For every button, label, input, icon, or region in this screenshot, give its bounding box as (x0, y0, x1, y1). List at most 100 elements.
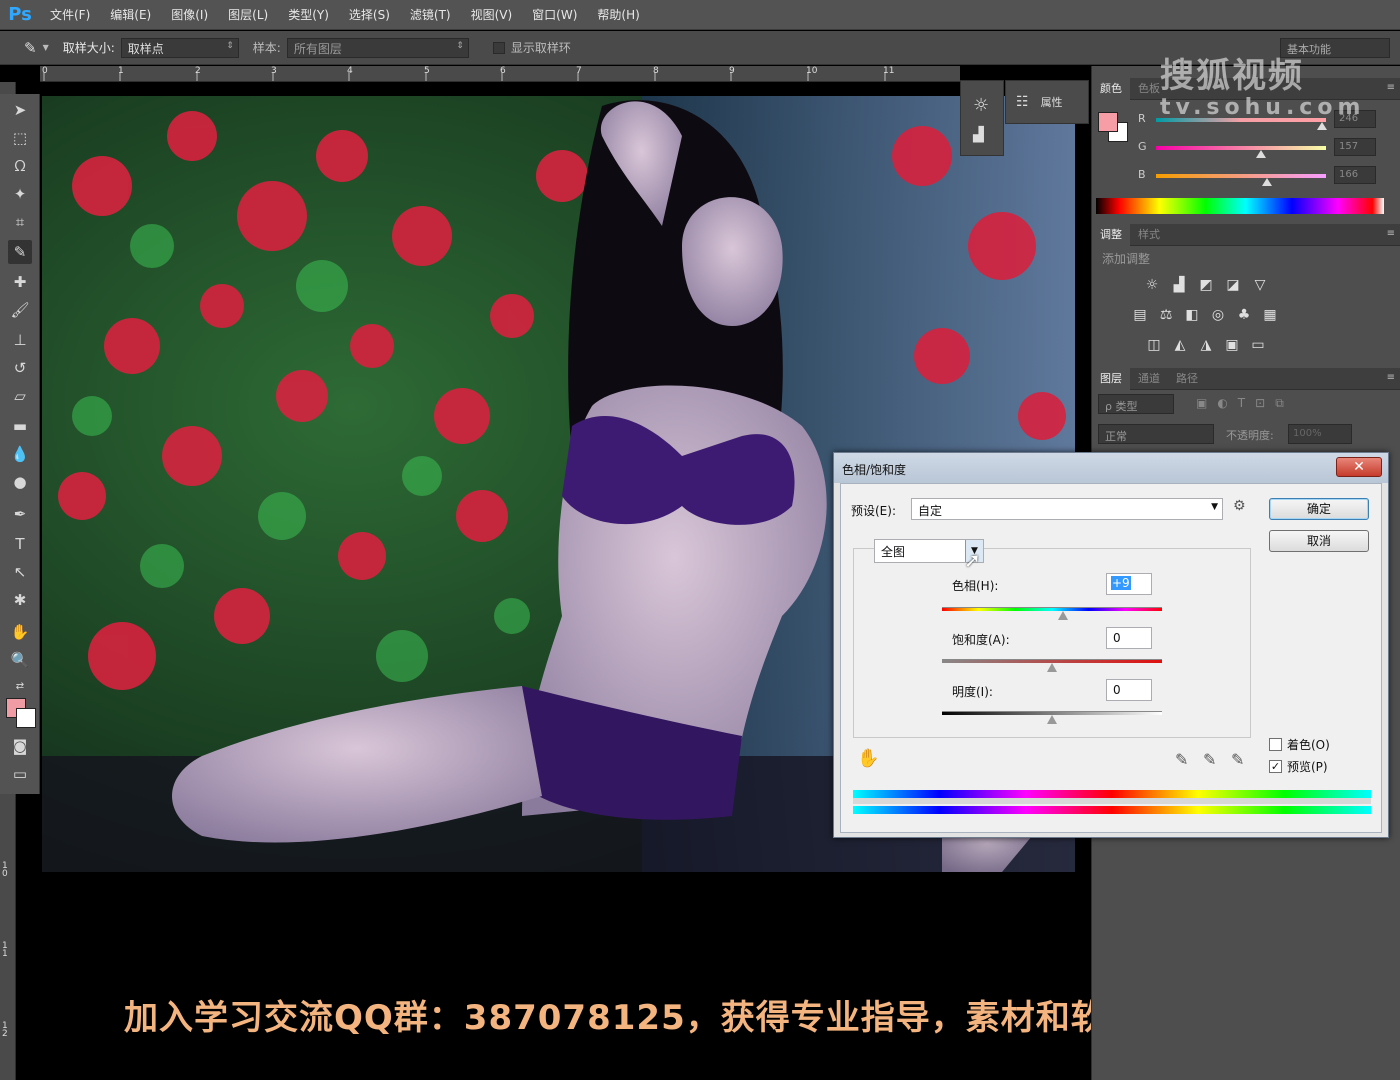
close-button[interactable]: ✕ (1336, 457, 1382, 477)
colorize-checkbox[interactable] (1269, 738, 1282, 751)
menu-window[interactable]: 窗口(W) (522, 6, 587, 23)
eyedropper-tool-preset-icon[interactable]: ✎ (24, 39, 37, 57)
crop-tool-icon[interactable]: ⌗ (8, 210, 32, 234)
history-brush-tool-icon[interactable]: ↺ (8, 356, 32, 380)
green-slider-thumb[interactable] (1256, 150, 1266, 158)
clone-stamp-tool-icon[interactable]: ⊥ (8, 328, 32, 352)
lasso-tool-icon[interactable]: ᘯ (8, 154, 32, 178)
black-white-icon[interactable]: ◧ (1182, 306, 1202, 324)
eyedropper-minus-icon[interactable]: ✎ (1231, 750, 1244, 769)
color-spectrum-bar[interactable] (1096, 198, 1384, 214)
tab-paths[interactable]: 路径 (1168, 368, 1206, 390)
eyedropper-icon[interactable]: ✎ (1175, 750, 1188, 769)
lightness-input[interactable]: 0 (1106, 679, 1152, 701)
swap-colors-icon[interactable]: ⇄ (8, 674, 32, 698)
channel-mixer-icon[interactable]: ♣ (1234, 306, 1254, 324)
red-slider-thumb[interactable] (1317, 122, 1327, 130)
path-selection-tool-icon[interactable]: ↖ (8, 560, 32, 584)
screen-mode-icon[interactable]: ▭ (8, 762, 32, 786)
horizontal-ruler[interactable]: 0 1 2 3 4 5 6 7 8 9 10 11 (40, 66, 960, 82)
hue-saturation-icon[interactable]: ▤ (1130, 306, 1150, 324)
hue-range-bar[interactable] (853, 798, 1371, 804)
color-lookup-icon[interactable]: ▦ (1260, 306, 1280, 324)
panel-menu-icon[interactable]: ≡ (1387, 372, 1395, 383)
custom-shape-tool-icon[interactable]: ✱ (8, 588, 32, 612)
type-tool-icon[interactable]: T (8, 532, 32, 556)
green-slider-track[interactable] (1156, 146, 1326, 150)
tab-layers[interactable]: 图层 (1092, 367, 1130, 390)
exposure-icon[interactable]: ◪ (1223, 276, 1243, 294)
background-color-swatch[interactable] (16, 708, 36, 728)
hand-tool-icon[interactable]: ✋ (8, 620, 32, 644)
tab-channels[interactable]: 通道 (1130, 368, 1168, 390)
layer-filter-select[interactable]: ρ 类型 (1098, 394, 1174, 414)
panel-menu-icon[interactable]: ≡ (1387, 82, 1395, 93)
blue-slider-thumb[interactable] (1262, 178, 1272, 186)
menu-file[interactable]: 文件(F) (40, 6, 100, 23)
menu-edit[interactable]: 编辑(E) (100, 6, 161, 23)
blend-mode-select[interactable]: 正常 (1098, 424, 1214, 444)
dodge-tool-icon[interactable]: ● (8, 470, 32, 494)
quick-mask-icon[interactable]: ◙ (8, 734, 32, 758)
tab-styles[interactable]: 样式 (1130, 224, 1168, 246)
show-sampling-ring-checkbox[interactable] (492, 41, 505, 54)
menu-layer[interactable]: 图层(L) (218, 6, 278, 23)
blue-slider-track[interactable] (1156, 174, 1326, 178)
threshold-icon[interactable]: ◮ (1196, 336, 1216, 354)
blue-value[interactable]: 166 (1334, 166, 1376, 184)
preset-select[interactable]: 自定 ▼ (911, 498, 1223, 520)
curves-icon[interactable]: ◩ (1196, 276, 1216, 294)
color-fg-swatch[interactable] (1098, 112, 1118, 132)
levels-icon[interactable]: ▟ (1169, 276, 1189, 294)
sample-size-select[interactable]: 取样点 ⇕ (120, 37, 239, 58)
marquee-tool-icon[interactable]: ⬚ (8, 126, 32, 150)
opacity-input[interactable]: 100% (1288, 424, 1352, 444)
zoom-tool-icon[interactable]: 🔍 (8, 648, 32, 672)
histogram-icon[interactable]: ▟ (973, 127, 984, 143)
move-tool-icon[interactable]: ➤ (8, 98, 32, 122)
selective-color-icon[interactable]: ▣ (1222, 336, 1242, 354)
menu-filter[interactable]: 滤镜(T) (400, 6, 461, 23)
menu-image[interactable]: 图像(I) (161, 6, 218, 23)
targeted-adjustment-hand-icon[interactable]: ✋ (857, 748, 879, 769)
eyedropper-tool-icon[interactable]: ✎ (8, 240, 32, 264)
cancel-button[interactable]: 取消 (1269, 530, 1369, 552)
green-value[interactable]: 157 (1334, 138, 1376, 156)
menu-type[interactable]: 类型(Y) (278, 6, 339, 23)
brush-tool-icon[interactable]: 🖌 (8, 298, 32, 322)
panel-menu-icon[interactable]: ≡ (1387, 228, 1395, 239)
gear-icon[interactable]: ⚙ (1233, 498, 1246, 514)
menu-select[interactable]: 选择(S) (339, 6, 400, 23)
eyedropper-plus-icon[interactable]: ✎ (1203, 750, 1216, 769)
saturation-input[interactable]: 0 (1106, 627, 1152, 649)
gradient-tool-icon[interactable]: ▬ (8, 414, 32, 438)
tab-color[interactable]: 颜色 (1092, 77, 1130, 100)
lightness-slider-thumb[interactable] (1047, 715, 1057, 724)
brightness-contrast-icon[interactable]: ☼ (1142, 276, 1162, 294)
saturation-slider-thumb[interactable] (1047, 663, 1057, 672)
gradient-map-icon[interactable]: ▭ (1248, 336, 1268, 354)
brightness-icon[interactable]: ☼ (973, 95, 989, 116)
eraser-tool-icon[interactable]: ▱ (8, 384, 32, 408)
sample-select[interactable]: 所有图层 ⇕ (286, 37, 469, 58)
preset-dropdown-arrow-icon[interactable]: ▼ (43, 43, 49, 52)
hue-input[interactable]: +9 (1106, 573, 1152, 595)
menu-view[interactable]: 视图(V) (461, 6, 523, 23)
tab-adjustments[interactable]: 调整 (1092, 223, 1130, 246)
menu-help[interactable]: 帮助(H) (587, 6, 649, 23)
pen-tool-icon[interactable]: ✒ (8, 502, 32, 526)
invert-icon[interactable]: ◫ (1144, 336, 1164, 354)
properties-collapsed-panel[interactable]: ☷ 属性 (1005, 80, 1089, 124)
magic-wand-tool-icon[interactable]: ✦ (8, 182, 32, 206)
hue-slider-thumb[interactable] (1058, 611, 1068, 620)
vibrance-icon[interactable]: ▽ (1250, 276, 1270, 294)
preview-checkbox[interactable]: ✓ (1269, 760, 1282, 773)
posterize-icon[interactable]: ◭ (1170, 336, 1190, 354)
dialog-titlebar[interactable]: 色相/饱和度 ✕ (834, 453, 1388, 483)
blur-tool-icon[interactable]: 💧 (8, 442, 32, 466)
photo-filter-icon[interactable]: ◎ (1208, 306, 1228, 324)
healing-brush-tool-icon[interactable]: ✚ (8, 270, 32, 294)
ok-button[interactable]: 确定 (1269, 498, 1369, 520)
layer-filter-icons[interactable]: ▣◐T⊡⧉ (1196, 396, 1294, 411)
color-balance-icon[interactable]: ⚖ (1156, 306, 1176, 324)
